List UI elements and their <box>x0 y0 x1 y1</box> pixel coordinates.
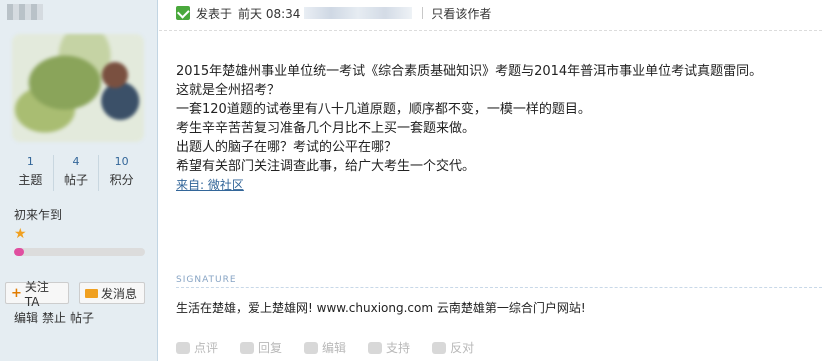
post-source-link[interactable]: 来自: 微社区 <box>176 176 816 195</box>
reply-label: 回复 <box>258 341 283 355</box>
signature-label: SIGNATURE <box>176 275 237 285</box>
post-content: 发表于 前天 08:34 只看该作者 2015年楚雄州事业单位统一考试《综合素质… <box>159 0 822 361</box>
mail-icon <box>85 288 98 298</box>
stat-topics-value: 1 <box>26 155 34 168</box>
stat-topics-label: 主题 <box>18 173 43 187</box>
admin-edit-link[interactable]: 编辑 <box>14 309 38 326</box>
level-progress <box>14 248 145 256</box>
post-line: 一套120道题的试卷里有八十几道原题，顺序都不变，一模一样的题目。 <box>176 102 591 117</box>
author-stats: 1 主题 4 帖子 10 积分 <box>8 155 144 191</box>
avatar[interactable] <box>12 34 144 142</box>
oppose-button[interactable]: 反对 <box>432 339 474 356</box>
posted-time: 前天 08:34 <box>238 6 301 21</box>
admin-posts-link[interactable]: 帖子 <box>70 309 94 326</box>
oppose-label: 反对 <box>450 341 475 355</box>
comment-button[interactable]: 点评 <box>176 339 218 356</box>
post-body: 2015年楚雄州事业单位统一考试《综合素质基础知识》考题与2014年普洱市事业单… <box>176 62 816 195</box>
stat-points[interactable]: 10 积分 <box>98 155 144 191</box>
rank-title[interactable]: 初来乍到 <box>14 206 62 223</box>
stat-posts-value: 4 <box>72 155 80 168</box>
post-line: 这就是全州招考？ <box>176 83 281 98</box>
admin-links: 编辑 禁止 帖子 <box>14 309 94 326</box>
post-line: 出题人的脑子在哪？考试的公平在哪？ <box>176 140 398 155</box>
signature-text: 生活在楚雄，爱上楚雄网! www.chuxiong.com 云南楚雄第一综合门户… <box>176 301 586 315</box>
edit-button[interactable]: 编辑 <box>304 339 346 356</box>
follow-button[interactable]: + 关注TA <box>5 280 69 309</box>
post-header: 发表于 前天 08:34 只看该作者 <box>176 4 491 22</box>
online-status-icon <box>176 6 190 20</box>
thumbs-up-icon <box>368 341 383 354</box>
edit-label: 编辑 <box>322 341 347 355</box>
comment-label: 点评 <box>194 341 219 355</box>
admin-ban-link[interactable]: 禁止 <box>42 309 66 326</box>
blurred-ip <box>304 7 413 19</box>
plus-icon: + <box>11 285 22 301</box>
comment-icon <box>176 341 190 354</box>
view-author-only-link[interactable]: 只看该作者 <box>431 5 491 22</box>
message-label: 发消息 <box>101 286 138 301</box>
stat-points-value: 10 <box>114 155 129 168</box>
header-divider <box>159 30 822 31</box>
thumbs-down-icon <box>432 341 447 354</box>
stat-posts[interactable]: 4 帖子 <box>52 155 99 191</box>
stat-points-label: 积分 <box>109 173 134 187</box>
level-progress-fill <box>14 248 25 256</box>
post-line: 考生辛辛苦苦复习准备几个月比不上买一套题来做。 <box>176 121 476 136</box>
post-actions: 点评 回复 编辑 支持 反对 <box>176 339 474 356</box>
post-line: 2015年楚雄州事业单位统一考试《综合素质基础知识》考题与2014年普洱市事业单… <box>176 64 763 79</box>
pencil-icon <box>304 341 319 354</box>
star-icon: ★ <box>14 226 27 242</box>
message-button[interactable]: 发消息 <box>79 282 145 304</box>
reply-icon <box>240 341 255 354</box>
stat-posts-label: 帖子 <box>64 173 89 187</box>
signature-divider <box>176 287 822 288</box>
follow-label: 关注TA <box>24 279 49 309</box>
author-username-blurred[interactable] <box>7 4 43 20</box>
posted-prefix: 发表于 <box>196 6 233 21</box>
divider <box>422 7 424 19</box>
support-button[interactable]: 支持 <box>368 339 410 356</box>
author-panel: 1 主题 4 帖子 10 积分 初来乍到 ★ + 关注TA 发消息 编辑 禁止 … <box>0 0 158 361</box>
stat-topics[interactable]: 1 主题 <box>8 155 53 191</box>
post-line: 希望有关部门关注调查此事，给广大考生一个交代。 <box>176 159 476 174</box>
support-label: 支持 <box>386 341 411 355</box>
reply-button[interactable]: 回复 <box>240 339 282 356</box>
